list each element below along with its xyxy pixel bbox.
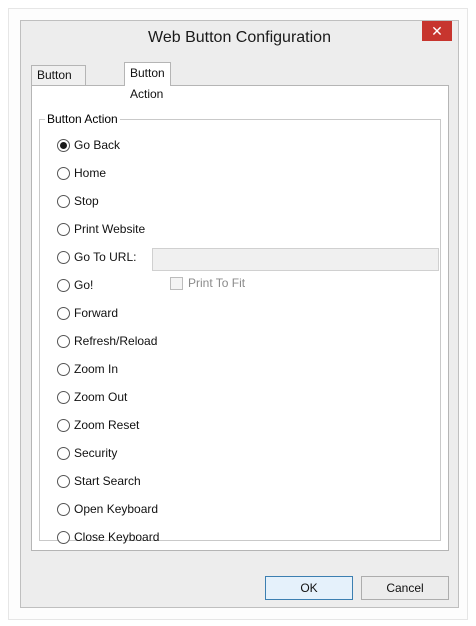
radio-option[interactable]: Refresh/Reload xyxy=(57,332,157,350)
radio-option[interactable]: Zoom In xyxy=(57,360,118,378)
url-input[interactable] xyxy=(152,248,439,271)
radio-option[interactable]: Forward xyxy=(57,304,118,322)
close-button[interactable]: ✕ xyxy=(422,21,452,41)
radio-label: Zoom Out xyxy=(74,390,128,404)
radio-button[interactable] xyxy=(57,278,70,292)
close-icon: ✕ xyxy=(431,23,443,39)
radio-button[interactable] xyxy=(57,474,70,488)
radio-button[interactable] xyxy=(57,334,70,348)
ok-button[interactable]: OK xyxy=(265,576,353,600)
radio-label: Open Keyboard xyxy=(74,502,159,516)
radio-option[interactable]: Close Keyboard xyxy=(57,528,159,546)
radio-button[interactable] xyxy=(57,166,70,180)
radio-option[interactable]: Open Keyboard xyxy=(57,500,158,518)
radio-option[interactable]: Zoom Reset xyxy=(57,416,139,434)
radio-label: Close Keyboard xyxy=(74,530,160,544)
radio-label: Security xyxy=(74,446,118,460)
radio-button[interactable] xyxy=(57,502,70,516)
radio-option[interactable]: Print Website xyxy=(57,220,145,238)
print-to-fit-checkbox[interactable]: Print To Fit xyxy=(170,275,245,291)
radio-label: Start Search xyxy=(74,474,141,488)
radio-label: Print Website xyxy=(74,222,146,236)
radio-option[interactable]: Start Search xyxy=(57,472,141,490)
radio-label: Forward xyxy=(74,306,119,320)
tab-button-action[interactable]: Button Action xyxy=(124,62,171,101)
tab-panel: Button Action Go Back Home Stop Print Websi… xyxy=(31,85,449,551)
radio-button[interactable] xyxy=(57,222,70,236)
radio-label: Go Back xyxy=(74,138,121,152)
radio-label: Go! xyxy=(74,278,94,292)
radio-button[interactable] xyxy=(57,194,70,208)
radio-label: Go To URL: xyxy=(74,250,137,264)
radio-button[interactable] xyxy=(57,418,70,432)
radio-label: Zoom In xyxy=(74,362,119,376)
title-bar[interactable]: Web Button Configuration ✕ xyxy=(21,21,458,55)
radio-label: Refresh/Reload xyxy=(74,334,158,348)
group-legend: Button Action xyxy=(45,112,120,126)
radio-option[interactable]: Go Back xyxy=(57,136,120,154)
radio-button[interactable] xyxy=(57,138,70,152)
tab-button-settings[interactable]: Button Settings xyxy=(31,65,87,100)
radio-button[interactable] xyxy=(57,362,70,376)
window-title: Web Button Configuration xyxy=(148,29,331,46)
radio-label: Stop xyxy=(74,194,99,208)
cancel-button[interactable]: Cancel xyxy=(361,576,449,600)
radio-label: Home xyxy=(74,166,107,180)
print-to-fit-label: Print To Fit xyxy=(188,276,246,290)
checkbox-box[interactable] xyxy=(170,276,183,290)
radio-option[interactable]: Security xyxy=(57,444,117,462)
radio-button[interactable] xyxy=(57,306,70,320)
radio-button[interactable] xyxy=(57,530,70,544)
radio-button[interactable] xyxy=(57,446,70,460)
button-action-group: Button Action Go Back Home Stop Print Websi… xyxy=(39,112,441,544)
radio-option[interactable]: Home xyxy=(57,164,106,182)
dialog-window: Web Button Configuration ✕ Button Settin… xyxy=(20,20,459,608)
radio-button[interactable] xyxy=(57,390,70,404)
radio-option[interactable]: Stop xyxy=(57,192,99,210)
radio-button[interactable] xyxy=(57,250,70,264)
radio-option[interactable]: Zoom Out xyxy=(57,388,127,406)
radio-option[interactable]: Go To URL: xyxy=(57,248,136,266)
radio-label: Zoom Reset xyxy=(74,418,140,432)
radio-option[interactable]: Go! xyxy=(57,276,93,294)
